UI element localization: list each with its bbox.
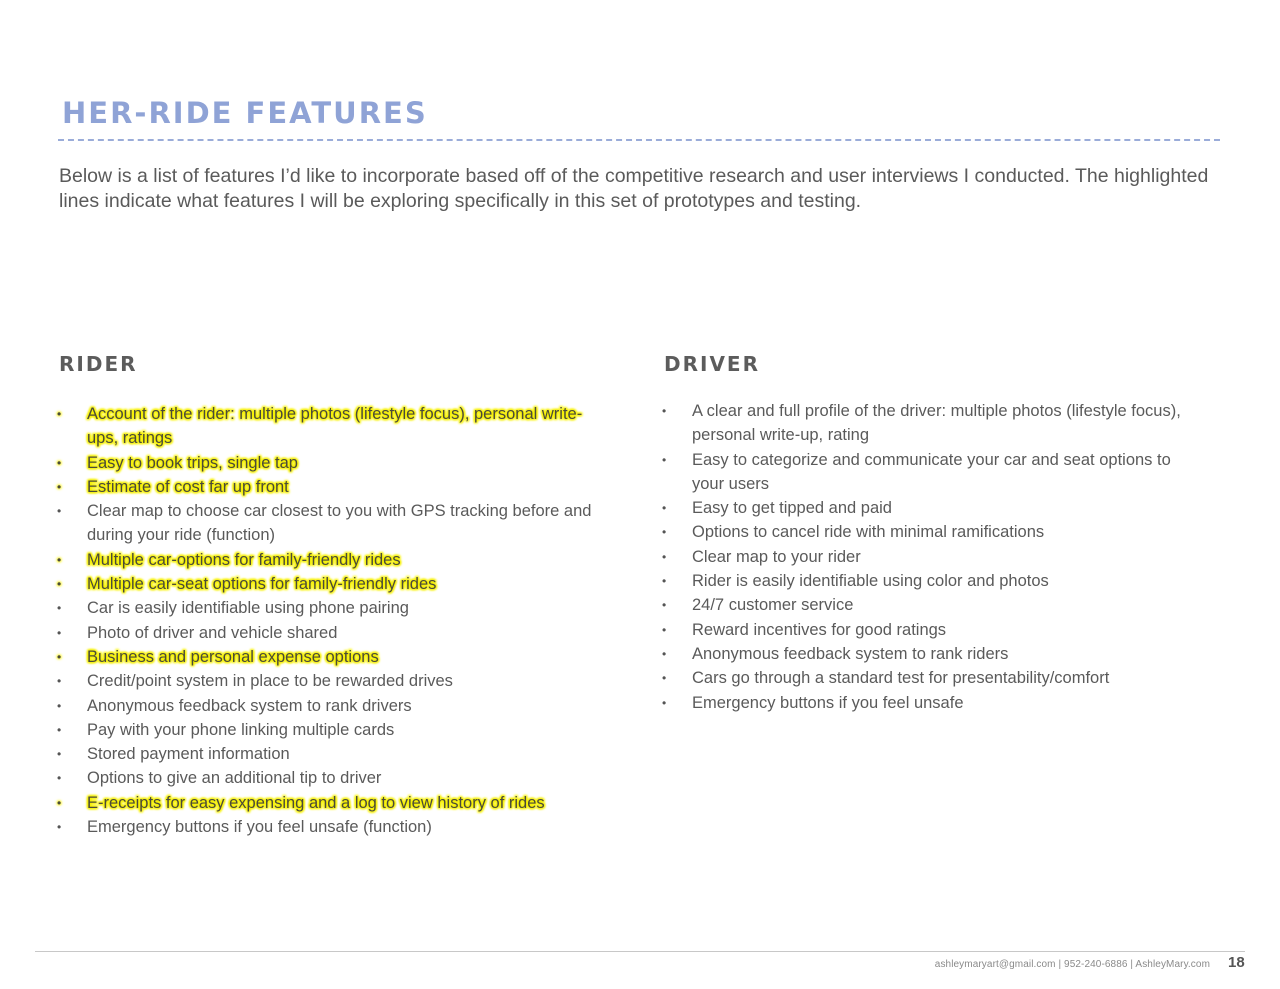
feature-text: Business and personal expense options bbox=[87, 647, 379, 666]
page-number: 18 bbox=[1228, 954, 1245, 971]
rider-feature-item: • Pay with your phone linking multiple ca… bbox=[57, 718, 597, 742]
bullet-icon: • bbox=[57, 820, 62, 835]
feature-text: 24/7 customer service bbox=[692, 596, 854, 615]
rider-feature-item: • Easy to book trips, single tap bbox=[57, 451, 597, 475]
bullet-icon: • bbox=[57, 649, 62, 664]
bullet-icon: • bbox=[57, 479, 62, 494]
footer-divider bbox=[35, 951, 1245, 952]
driver-heading: DRIVER bbox=[664, 352, 760, 376]
rider-feature-item: • Clear map to choose car closest to you … bbox=[57, 499, 597, 548]
rider-feature-item: • Anonymous feedback system to rank drive… bbox=[57, 694, 597, 718]
bullet-icon: • bbox=[662, 549, 667, 564]
bullet-icon: • bbox=[662, 574, 667, 589]
bullet-icon: • bbox=[662, 622, 667, 637]
page-title: HER-RIDE FEATURES bbox=[62, 96, 428, 130]
bullet-icon: • bbox=[57, 625, 62, 640]
feature-text: Clear map to your rider bbox=[692, 547, 861, 566]
rider-feature-item: • Estimate of cost far up front bbox=[57, 475, 597, 499]
rider-feature-item: • Account of the rider: multiple photos (… bbox=[57, 402, 597, 451]
rider-feature-item: • E-receipts for easy expensing and a log… bbox=[57, 791, 597, 815]
bullet-icon: • bbox=[662, 501, 667, 516]
feature-text: Cars go through a standard test for pres… bbox=[692, 669, 1110, 688]
bullet-icon: • bbox=[57, 552, 62, 567]
feature-text: Car is easily identifiable using phone p… bbox=[87, 599, 409, 618]
feature-text: Easy to categorize and communicate your … bbox=[692, 450, 1171, 493]
feature-text: Multiple car-seat options for family-fri… bbox=[87, 575, 437, 594]
feature-text: Emergency buttons if you feel unsafe bbox=[692, 693, 964, 712]
intro-paragraph: Below is a list of features I’d like to … bbox=[59, 165, 1209, 212]
bullet-icon: • bbox=[57, 795, 62, 810]
rider-feature-item: • Photo of driver and vehicle shared bbox=[57, 621, 597, 645]
rider-feature-list: • Account of the rider: multiple photos (… bbox=[57, 402, 597, 839]
driver-feature-item: • Easy to categorize and communicate your… bbox=[662, 448, 1202, 497]
feature-text: Estimate of cost far up front bbox=[87, 477, 289, 496]
rider-feature-item: • Options to give an additional tip to dr… bbox=[57, 766, 597, 790]
feature-text: E-receipts for easy expensing and a log … bbox=[87, 793, 545, 812]
rider-feature-item: • Multiple car-seat options for family-fr… bbox=[57, 572, 597, 596]
bullet-icon: • bbox=[57, 504, 62, 519]
feature-text: Pay with your phone linking multiple car… bbox=[87, 720, 395, 739]
feature-text: Options to cancel ride with minimal rami… bbox=[692, 523, 1045, 542]
rider-feature-item: • Business and personal expense options bbox=[57, 645, 597, 669]
bullet-icon: • bbox=[57, 771, 62, 786]
feature-text: Clear map to choose car closest to you w… bbox=[87, 502, 592, 545]
bullet-icon: • bbox=[57, 722, 62, 737]
bullet-icon: • bbox=[57, 577, 62, 592]
feature-text: Credit/point system in place to be rewar… bbox=[87, 672, 453, 691]
feature-text: Rider is easily identifiable using color… bbox=[692, 572, 1049, 591]
bullet-icon: • bbox=[662, 404, 667, 418]
driver-feature-item: • Clear map to your rider bbox=[662, 545, 1202, 569]
rider-feature-item: • Credit/point system in place to be rewa… bbox=[57, 669, 597, 693]
feature-text: Easy to book trips, single tap bbox=[87, 453, 298, 472]
bullet-icon: • bbox=[57, 601, 62, 616]
rider-feature-item: • Emergency buttons if you feel unsafe (f… bbox=[57, 815, 597, 839]
driver-feature-item: • A clear and full profile of the driver:… bbox=[662, 399, 1202, 448]
driver-feature-item: • Anonymous feedback system to rank rider… bbox=[662, 642, 1202, 666]
feature-text: Emergency buttons if you feel unsafe (fu… bbox=[87, 818, 432, 837]
driver-feature-item: • Options to cancel ride with minimal ram… bbox=[662, 520, 1202, 544]
feature-text: Anonymous feedback system to rank riders bbox=[692, 644, 1009, 663]
driver-feature-item: • Emergency buttons if you feel unsafe bbox=[662, 691, 1202, 715]
bullet-icon: • bbox=[662, 695, 667, 710]
bullet-icon: • bbox=[662, 671, 667, 686]
bullet-icon: • bbox=[662, 598, 667, 613]
bullet-icon: • bbox=[57, 407, 62, 421]
rider-feature-item: • Car is easily identifiable using phone … bbox=[57, 596, 597, 620]
footer-contact: ashleymaryart@gmail.com | 952-240-6886 |… bbox=[934, 959, 1210, 970]
feature-text: A clear and full profile of the driver: … bbox=[692, 402, 1181, 445]
bullet-icon: • bbox=[662, 452, 667, 467]
driver-feature-item: • Rider is easily identifiable using colo… bbox=[662, 569, 1202, 593]
bullet-icon: • bbox=[57, 698, 62, 713]
bullet-icon: • bbox=[57, 674, 62, 689]
driver-feature-list: • A clear and full profile of the driver:… bbox=[662, 399, 1202, 715]
driver-feature-item: • Cars go through a standard test for pre… bbox=[662, 666, 1202, 690]
bullet-icon: • bbox=[662, 646, 667, 661]
rider-feature-item: • Stored payment information bbox=[57, 742, 597, 766]
bullet-icon: • bbox=[57, 455, 62, 470]
feature-text: Anonymous feedback system to rank driver… bbox=[87, 696, 412, 715]
feature-text: Options to give an additional tip to dri… bbox=[87, 769, 382, 788]
feature-text: Easy to get tipped and paid bbox=[692, 499, 892, 518]
feature-text: Reward incentives for good ratings bbox=[692, 620, 947, 639]
feature-text: Multiple car-options for family-friendly… bbox=[87, 550, 401, 569]
rider-heading: RIDER bbox=[59, 352, 138, 376]
rider-feature-item: • Multiple car-options for family-friendl… bbox=[57, 548, 597, 572]
feature-text: Photo of driver and vehicle shared bbox=[87, 623, 338, 642]
title-divider bbox=[58, 139, 1220, 141]
feature-text: Stored payment information bbox=[87, 745, 290, 764]
bullet-icon: • bbox=[57, 747, 62, 762]
driver-feature-item: • Easy to get tipped and paid bbox=[662, 496, 1202, 520]
feature-text: Account of the rider: multiple photos (l… bbox=[87, 405, 583, 448]
driver-feature-item: • Reward incentives for good ratings bbox=[662, 618, 1202, 642]
bullet-icon: • bbox=[662, 525, 667, 540]
driver-feature-item: • 24/7 customer service bbox=[662, 593, 1202, 617]
